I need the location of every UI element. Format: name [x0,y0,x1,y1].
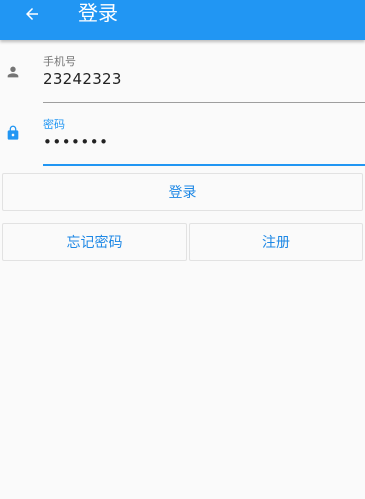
phone-input[interactable]: 23242323 [43,70,122,88]
forgot-password-button[interactable]: 忘记密码 [2,223,187,261]
lock-icon [7,125,19,140]
login-screen: 登录 手机号 23242323 密码 ••••••• 登录 忘记密码 注册 [0,0,365,499]
password-field[interactable]: 密码 ••••••• [0,112,365,168]
password-label: 密码 [43,118,65,131]
password-input[interactable]: ••••••• [43,133,108,151]
phone-underline [43,102,365,103]
arrow-left-icon [26,8,38,20]
app-bar: 登录 [0,0,365,40]
person-icon [7,66,19,78]
phone-label: 手机号 [43,55,76,68]
register-button[interactable]: 注册 [189,223,363,261]
password-underline [43,164,365,166]
login-button[interactable]: 登录 [2,173,363,211]
phone-field[interactable]: 手机号 23242323 [0,50,365,105]
page-title: 登录 [78,1,118,25]
back-button[interactable] [18,0,46,28]
